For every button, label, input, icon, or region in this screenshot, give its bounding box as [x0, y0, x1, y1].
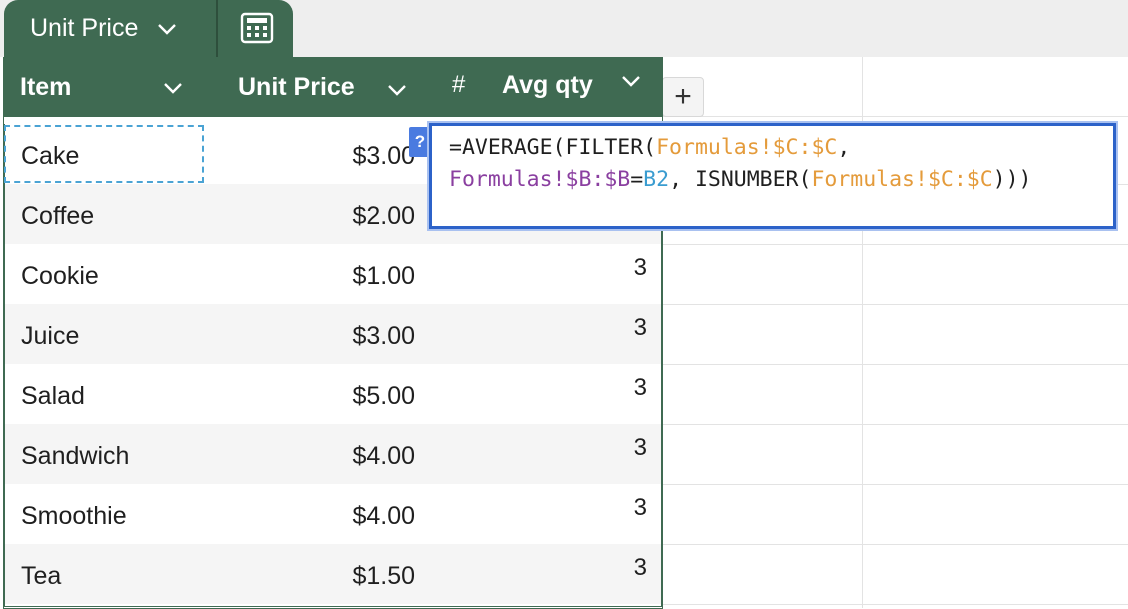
chevron-down-icon[interactable]: [162, 81, 184, 95]
column-header-unit-price[interactable]: Unit Price: [210, 57, 434, 117]
formula-range-ref: Formulas!$C:$C: [656, 135, 838, 160]
cell-avg-qty[interactable]: 3: [634, 254, 647, 282]
calculator-icon[interactable]: [240, 12, 274, 44]
table-header-row: Item Unit Price # Avg qty: [4, 57, 662, 117]
table-row[interactable]: Cookie $1.00 3: [5, 244, 661, 304]
chevron-down-icon[interactable]: [386, 83, 408, 97]
table-row[interactable]: Tea $1.50 3: [5, 544, 661, 604]
formula-token: =AVERAGE(FILTER(: [449, 135, 657, 160]
grid-line: [662, 544, 1128, 545]
grid-line: [662, 424, 1128, 425]
cell-avg-qty[interactable]: 3: [634, 374, 647, 402]
cell-unit-price[interactable]: $4.00: [352, 502, 415, 531]
column-header-label: Item: [20, 72, 72, 101]
table-name-dropdown[interactable]: Unit Price: [8, 0, 215, 57]
formula-token: ))): [992, 167, 1032, 192]
chevron-down-icon[interactable]: [620, 74, 642, 88]
cell-item[interactable]: Coffee: [21, 202, 94, 231]
table-row[interactable]: Juice $3.00 3: [5, 304, 661, 364]
formula-token: , ISNUMBER(: [669, 167, 812, 192]
formula-range-ref: Formulas!$C:$C: [811, 167, 993, 192]
cell-avg-qty[interactable]: 3: [634, 314, 647, 342]
cell-unit-price[interactable]: $1.50: [352, 562, 415, 591]
grid-line: [662, 116, 1128, 117]
hash-icon: #: [452, 71, 466, 98]
formula-text[interactable]: =AVERAGE(FILTER(Formulas!$C:$C, Formulas…: [449, 132, 1109, 196]
cell-item[interactable]: Sandwich: [21, 442, 129, 471]
grid-line: [662, 484, 1128, 485]
cell-avg-qty[interactable]: 3: [634, 494, 647, 522]
cell-item[interactable]: Smoothie: [21, 502, 127, 531]
table-name-label: Unit Price: [30, 14, 139, 42]
grid-line: [662, 244, 1128, 245]
formula-help-button[interactable]: ?: [409, 127, 431, 157]
table-tab[interactable]: Unit Price: [4, 0, 293, 57]
grid-line: [662, 364, 1128, 365]
cell-unit-price[interactable]: $2.00: [352, 202, 415, 231]
cell-item[interactable]: Juice: [21, 322, 79, 351]
column-header-avg-qty[interactable]: # Avg qty: [434, 57, 662, 117]
column-header-item[interactable]: Item: [4, 57, 210, 117]
add-column-button[interactable]: +: [662, 77, 704, 117]
column-header-label: Unit Price: [238, 72, 355, 101]
chevron-down-icon: [158, 23, 177, 35]
cell-item[interactable]: Salad: [21, 382, 85, 411]
cell-avg-qty[interactable]: 3: [634, 554, 647, 582]
tab-divider: [216, 0, 218, 57]
cell-item[interactable]: Cake: [21, 142, 79, 171]
formula-token: ,: [837, 135, 851, 160]
table-row[interactable]: Smoothie $4.00 3: [5, 484, 661, 544]
table-row[interactable]: Salad $5.00 3: [5, 364, 661, 424]
formula-range-ref: Formulas!$B:$B: [449, 167, 631, 192]
cell-unit-price[interactable]: $3.00: [352, 322, 415, 351]
cell-unit-price[interactable]: $4.00: [352, 442, 415, 471]
cell-item[interactable]: Tea: [21, 562, 61, 591]
cell-unit-price[interactable]: $1.00: [352, 262, 415, 291]
column-header-label: Avg qty: [502, 71, 593, 99]
cell-item[interactable]: Cookie: [21, 262, 99, 291]
grid-line: [662, 604, 1128, 605]
cell-unit-price[interactable]: $5.00: [352, 382, 415, 411]
cell-avg-qty[interactable]: 3: [634, 434, 647, 462]
formula-token: =: [630, 167, 644, 192]
table-row[interactable]: Sandwich $4.00 3: [5, 424, 661, 484]
formula-editor[interactable]: =AVERAGE(FILTER(Formulas!$C:$C, Formulas…: [429, 123, 1116, 229]
grid-line: [662, 304, 1128, 305]
cell-unit-price[interactable]: $3.00: [352, 142, 415, 171]
formula-cell-ref: B2: [643, 167, 670, 192]
